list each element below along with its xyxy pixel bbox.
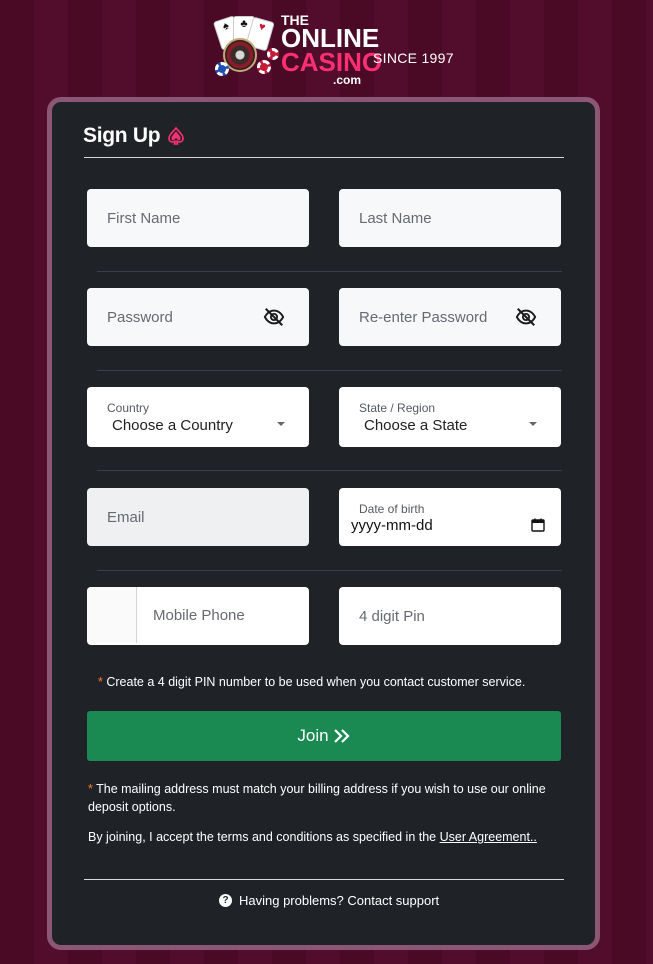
row-divider: [97, 470, 562, 471]
country-label: Country: [107, 401, 150, 415]
state-value: Choose a State: [364, 417, 468, 434]
reenter-password-placeholder: Re-enter Password: [359, 308, 488, 326]
caret-down-icon: [277, 422, 285, 426]
pin-note-star: *: [98, 675, 103, 689]
row-divider: [97, 370, 562, 371]
casino-cards-logo-icon: ♠ ♣ ♥: [211, 15, 281, 78]
calendar-icon[interactable]: [531, 518, 545, 532]
row-divider: [97, 570, 562, 571]
eye-slash-icon[interactable]: [515, 306, 537, 328]
mobile-phone-field[interactable]: Mobile Phone: [87, 587, 309, 645]
mailing-note-text: The mailing address must match your bill…: [88, 782, 546, 814]
row-divider: [97, 271, 562, 272]
logo-wordmark: THE ONLINE CASINO .com: [281, 13, 383, 86]
phone-country-code[interactable]: [87, 587, 137, 643]
bottom-divider: [84, 879, 564, 880]
title-divider: [84, 157, 564, 158]
state-label: State / Region: [359, 401, 436, 415]
terms-text: By joining, I accept the terms and condi…: [88, 830, 437, 844]
dob-value: yyyy-mm-dd: [351, 517, 433, 534]
date-of-birth-field[interactable]: Date of birth yyyy-mm-dd: [339, 488, 561, 546]
reenter-password-field[interactable]: Re-enter Password: [339, 288, 561, 346]
signup-title-row: Sign Up: [83, 124, 186, 148]
signup-panel: Sign Up First Name Last Name Password Re…: [47, 97, 600, 950]
terms-note: By joining, I accept the terms and condi…: [88, 828, 537, 846]
dob-label: Date of birth: [359, 502, 425, 516]
caret-down-icon: [529, 422, 537, 426]
since-tagline: SINCE 1997: [373, 50, 454, 66]
eye-slash-icon[interactable]: [263, 306, 285, 328]
join-button[interactable]: Join: [87, 711, 561, 761]
pin-note: * Create a 4 digit PIN number to be used…: [98, 673, 525, 691]
page-title: Sign Up: [83, 124, 161, 147]
double-chevron-right-icon: [333, 729, 350, 743]
first-name-placeholder: First Name: [107, 209, 181, 227]
site-logo[interactable]: ♠ ♣ ♥ THE ONLINE CASINO .com SINCE 1997: [205, 12, 465, 86]
state-select[interactable]: State / Region Choose a State: [339, 387, 561, 447]
first-name-field[interactable]: First Name: [87, 189, 309, 247]
contact-support-link[interactable]: ? Having problems? Contact support: [219, 893, 439, 908]
password-placeholder: Password: [107, 308, 173, 326]
mailing-note: * The mailing address must match your bi…: [88, 780, 566, 816]
last-name-field[interactable]: Last Name: [339, 189, 561, 247]
email-field[interactable]: Email: [87, 488, 309, 546]
email-placeholder: Email: [107, 508, 145, 526]
question-circle-icon: ?: [219, 894, 232, 907]
pin-field[interactable]: 4 digit Pin: [339, 587, 561, 645]
pin-placeholder: 4 digit Pin: [359, 607, 425, 625]
join-label: Join: [297, 726, 329, 745]
password-field[interactable]: Password: [87, 288, 309, 346]
last-name-placeholder: Last Name: [359, 209, 432, 227]
mailing-note-star: *: [88, 782, 93, 796]
pin-note-text: Create a 4 digit PIN number to be used w…: [106, 675, 526, 689]
country-value: Choose a Country: [112, 417, 233, 434]
mobile-phone-placeholder: Mobile Phone: [153, 607, 245, 624]
country-select[interactable]: Country Choose a Country: [87, 387, 309, 447]
logo-casino: CASINO: [281, 46, 383, 77]
spade-icon: [168, 126, 185, 145]
user-agreement-link[interactable]: User Agreement..: [440, 830, 537, 844]
support-text: Having problems? Contact support: [239, 893, 440, 908]
